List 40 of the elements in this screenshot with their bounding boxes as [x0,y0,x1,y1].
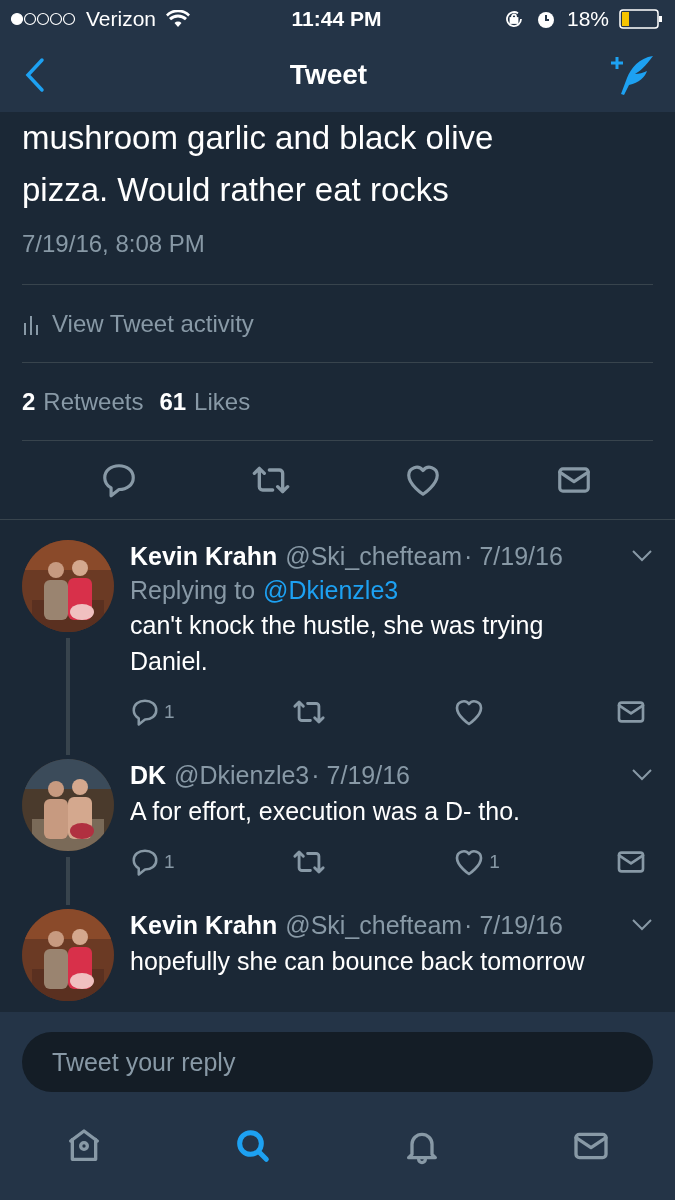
retweet-count: 2 [22,387,36,416]
mention-link[interactable]: @Dkienzle3 [263,576,399,605]
author-handle: @Dkienzle3 [174,760,310,790]
like-count: 61 [159,387,187,416]
reply-count: 1 [164,701,175,723]
author-handle: @Ski_chefteam [285,541,463,571]
chevron-down-icon[interactable] [631,918,653,932]
signal-icon [10,12,76,26]
retweets-label[interactable]: Retweets [43,387,144,416]
reply-icon[interactable] [130,847,160,877]
like-count: 1 [489,851,500,873]
replying-label: Replying to [130,576,256,605]
chevron-down-icon[interactable] [631,768,653,782]
reply-text: A for effort, execution was a D- tho. [130,796,521,827]
reply-icon[interactable] [100,461,138,499]
page-title: Tweet [289,59,368,91]
chevron-down-icon[interactable] [631,549,653,563]
reply-count: 1 [164,851,175,873]
author-handle: @Ski_chefteam [285,910,463,940]
reply-date: · 7/19/16 [464,910,563,940]
author-name: Kevin Krahn [130,541,278,571]
reply-icon[interactable] [130,697,160,727]
likes-label[interactable]: Likes [194,387,251,416]
author-name: DK [130,760,167,790]
rotation-lock-icon [503,8,525,30]
reply-text: hopefully she can bounce back tomorrow [130,946,586,977]
tweet-text: mushroom garlic and black olive [22,118,495,158]
wifi-icon [166,10,191,28]
battery-icon [619,9,663,29]
reply-date: · 7/19/16 [464,541,563,571]
reply-input-field[interactable]: Tweet your reply [22,1032,653,1092]
tweet-text: pizza. Would rather eat rocks [22,170,450,210]
tweet-timestamp: 7/19/16, 8:08 PM [22,230,206,258]
reply-date: · 7/19/16 [311,760,410,790]
author-name: Kevin Krahn [130,910,278,940]
battery-percent: 18% [567,7,609,31]
reply-text: can't knock the hustle, she was trying Daniel. [130,610,545,677]
carrier-name: Verizon [86,7,157,31]
clock-time: 11:44 PM [291,7,382,31]
tweet-activity-link[interactable]: View Tweet activity [52,309,254,338]
